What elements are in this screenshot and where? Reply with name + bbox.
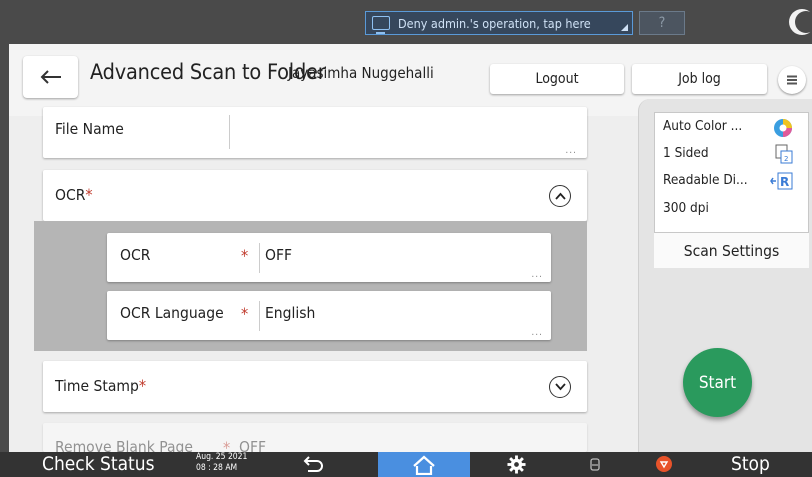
collapse-button[interactable] <box>549 185 571 207</box>
remove-blank-page-field[interactable]: Remove Blank Page * OFF <box>43 423 587 452</box>
deny-admin-text: Deny admin.'s operation, tap here <box>398 15 591 31</box>
job-log-button[interactable]: Job log <box>632 64 767 94</box>
home-icon <box>413 455 435 475</box>
deny-admin-operation-button[interactable]: Deny admin.'s operation, tap here <box>365 11 633 35</box>
remove-blank-label: Remove Blank Page <box>55 438 193 452</box>
more-icon: ... <box>531 269 543 280</box>
stop-button[interactable]: Stop <box>731 452 770 477</box>
menu-button[interactable] <box>778 66 806 94</box>
color-mode-text: Auto Color ... <box>663 118 743 134</box>
scan-settings-button[interactable]: Scan Settings <box>654 232 809 268</box>
ocr-section-label: OCR <box>55 186 86 204</box>
home-button[interactable] <box>378 452 470 477</box>
file-name-label: File Name <box>55 120 124 138</box>
expand-button[interactable] <box>549 376 571 398</box>
ocr-language-field[interactable]: OCR Language * English ... <box>107 291 551 340</box>
ocr-language-label: OCR Language <box>120 304 224 322</box>
more-icon: ... <box>531 327 543 338</box>
more-icon: ... <box>565 145 577 156</box>
chevron-up-icon <box>554 192 566 200</box>
help-button[interactable]: ? <box>639 11 685 35</box>
time-stamp-section[interactable]: Time Stamp* <box>43 361 587 412</box>
user-name: Jayasimha Nuggehalli <box>288 64 434 82</box>
auto-color-icon <box>774 119 792 137</box>
time-stamp-label: Time Stamp <box>55 377 139 395</box>
back-arrow-icon <box>40 70 61 84</box>
ocr-section-header[interactable]: OCR* <box>43 170 587 221</box>
settings-gear-icon[interactable] <box>507 455 526 474</box>
one-sided-icon: 2 <box>775 144 793 164</box>
readable-direction-icon: R <box>770 172 793 190</box>
required-mark: * <box>85 185 93 204</box>
stop-icon <box>656 456 672 472</box>
resolution-text: 300 dpi <box>663 200 709 216</box>
logout-button[interactable]: Logout <box>490 64 624 94</box>
required-mark: * <box>241 304 249 323</box>
remote-monitor-icon <box>372 16 390 34</box>
check-status-button[interactable]: Check Status <box>42 452 155 477</box>
back-button[interactable] <box>23 56 78 98</box>
return-icon[interactable] <box>302 455 324 474</box>
date-text: Aug. 25 2021 <box>196 452 248 462</box>
svg-text:R: R <box>780 175 789 189</box>
memory-icon <box>590 458 600 471</box>
corner-triangle-icon <box>621 24 628 31</box>
sided-text: 1 Sided <box>663 145 709 161</box>
ocr-field[interactable]: OCR * OFF ... <box>107 233 551 282</box>
remove-blank-value: OFF <box>239 438 267 452</box>
chevron-down-icon <box>554 383 566 391</box>
ocr-value: OFF <box>265 246 293 264</box>
required-mark: * <box>138 376 147 395</box>
time-text: 08 : 28 AM <box>196 463 238 473</box>
start-button[interactable]: Start <box>683 348 752 417</box>
file-name-field[interactable]: File Name ... <box>43 107 587 158</box>
svg-text:2: 2 <box>784 155 788 163</box>
required-mark: * <box>241 246 249 265</box>
required-mark: * <box>223 438 231 452</box>
ocr-language-value: English <box>265 304 316 322</box>
menu-icon <box>787 79 797 81</box>
ocr-label: OCR <box>120 246 151 264</box>
orientation-text: Readable Di... <box>663 172 748 188</box>
